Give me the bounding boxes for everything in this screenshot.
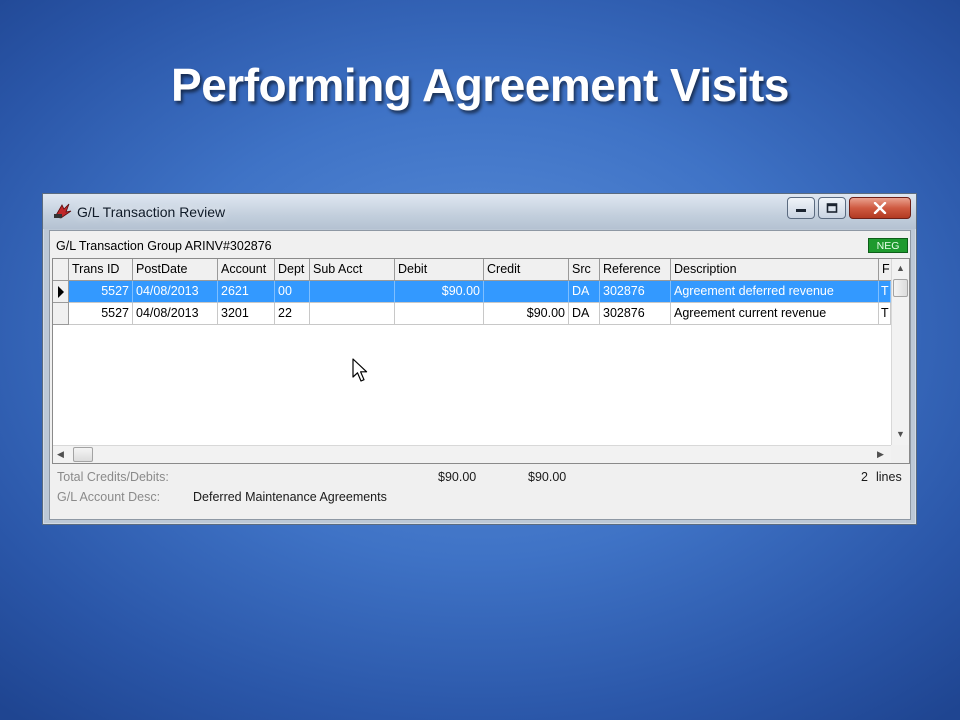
account-desc-value: Deferred Maintenance Agreements [193,490,387,504]
horizontal-scrollbar[interactable]: ◀ ▶ [53,445,891,463]
scroll-up-arrow-icon[interactable]: ▲ [896,263,905,273]
total-credit-value: $90.00 [528,470,567,484]
cell-dept[interactable]: 22 [275,303,310,325]
gl-transaction-review-window: G/L Transaction Review G/L Transaction G… [42,193,917,525]
cell-debit[interactable] [395,303,484,325]
totals-label: Total Credits/Debits: [57,470,169,484]
cell-dept[interactable]: 00 [275,281,310,303]
cell-reference[interactable]: 302876 [600,303,671,325]
scrollbar-corner [891,445,909,463]
vertical-scroll-thumb[interactable] [893,279,908,297]
close-button[interactable] [849,197,911,219]
cell-trans-id[interactable]: 5527 [69,303,133,325]
cell-sub-acct[interactable] [310,281,395,303]
neg-status-badge: NEG [868,238,908,253]
cell-trans-id[interactable]: 5527 [69,281,133,303]
mouse-pointer-icon [352,358,368,382]
lines-label: lines [876,470,902,484]
cell-post-date[interactable]: 04/08/2013 [133,303,218,325]
cell-f[interactable]: T [879,303,891,325]
grid-header: Trans ID PostDate Account Dept Sub Acct … [53,259,891,281]
cell-account[interactable]: 3201 [218,303,275,325]
title-bar[interactable]: G/L Transaction Review [43,194,916,229]
account-desc-label: G/L Account Desc: [57,490,161,504]
column-header-debit[interactable]: Debit [395,259,484,281]
column-header-trans-id[interactable]: Trans ID [69,259,133,281]
scroll-down-arrow-icon[interactable]: ▼ [896,429,905,439]
cell-reference[interactable]: 302876 [600,281,671,303]
column-header-description[interactable]: Description [671,259,879,281]
horizontal-scroll-thumb[interactable] [73,447,93,462]
cell-post-date[interactable]: 04/08/2013 [133,281,218,303]
cell-src[interactable]: DA [569,303,600,325]
cell-f[interactable]: T [879,281,891,303]
row-indicator[interactable] [53,303,69,325]
current-row-arrow-icon [58,286,64,298]
transaction-group-label: G/L Transaction Group ARINV#302876 [56,239,272,253]
line-count: 2 [861,470,868,484]
scroll-left-arrow-icon[interactable]: ◀ [57,449,64,460]
scroll-right-arrow-icon[interactable]: ▶ [877,449,884,460]
slide-title: Performing Agreement Visits [171,59,789,111]
column-header-f[interactable]: F [879,259,891,281]
column-header-account[interactable]: Account [218,259,275,281]
total-debit-value: $90.00 [438,470,477,484]
indicator-column-header [53,259,69,281]
minimize-button[interactable] [787,197,815,219]
column-header-post-date[interactable]: PostDate [133,259,218,281]
transaction-grid[interactable]: Trans ID PostDate Account Dept Sub Acct … [52,258,910,464]
table-row[interactable]: 5527 04/08/2013 2621 00 $90.00 DA 302876… [53,281,891,303]
column-header-sub-acct[interactable]: Sub Acct [310,259,395,281]
cell-credit[interactable] [484,281,569,303]
column-header-dept[interactable]: Dept [275,259,310,281]
table-row[interactable]: 5527 04/08/2013 3201 22 $90.00 DA 302876… [53,303,891,325]
app-logo-icon [54,203,72,219]
minimize-icon [796,209,806,212]
maximize-icon [826,203,838,213]
column-header-credit[interactable]: Credit [484,259,569,281]
cell-debit[interactable]: $90.00 [395,281,484,303]
vertical-scrollbar[interactable]: ▲ ▼ [891,259,909,445]
cell-description[interactable]: Agreement deferred revenue [671,281,879,303]
close-icon [873,202,887,214]
cell-sub-acct[interactable] [310,303,395,325]
column-header-reference[interactable]: Reference [600,259,671,281]
cell-account[interactable]: 2621 [218,281,275,303]
row-indicator[interactable] [53,281,69,303]
maximize-button[interactable] [818,197,846,219]
column-header-src[interactable]: Src [569,259,600,281]
window-client-area: G/L Transaction Group ARINV#302876 NEG T… [49,230,911,520]
cell-src[interactable]: DA [569,281,600,303]
window-title: G/L Transaction Review [77,204,226,220]
cell-credit[interactable]: $90.00 [484,303,569,325]
cell-description[interactable]: Agreement current revenue [671,303,879,325]
